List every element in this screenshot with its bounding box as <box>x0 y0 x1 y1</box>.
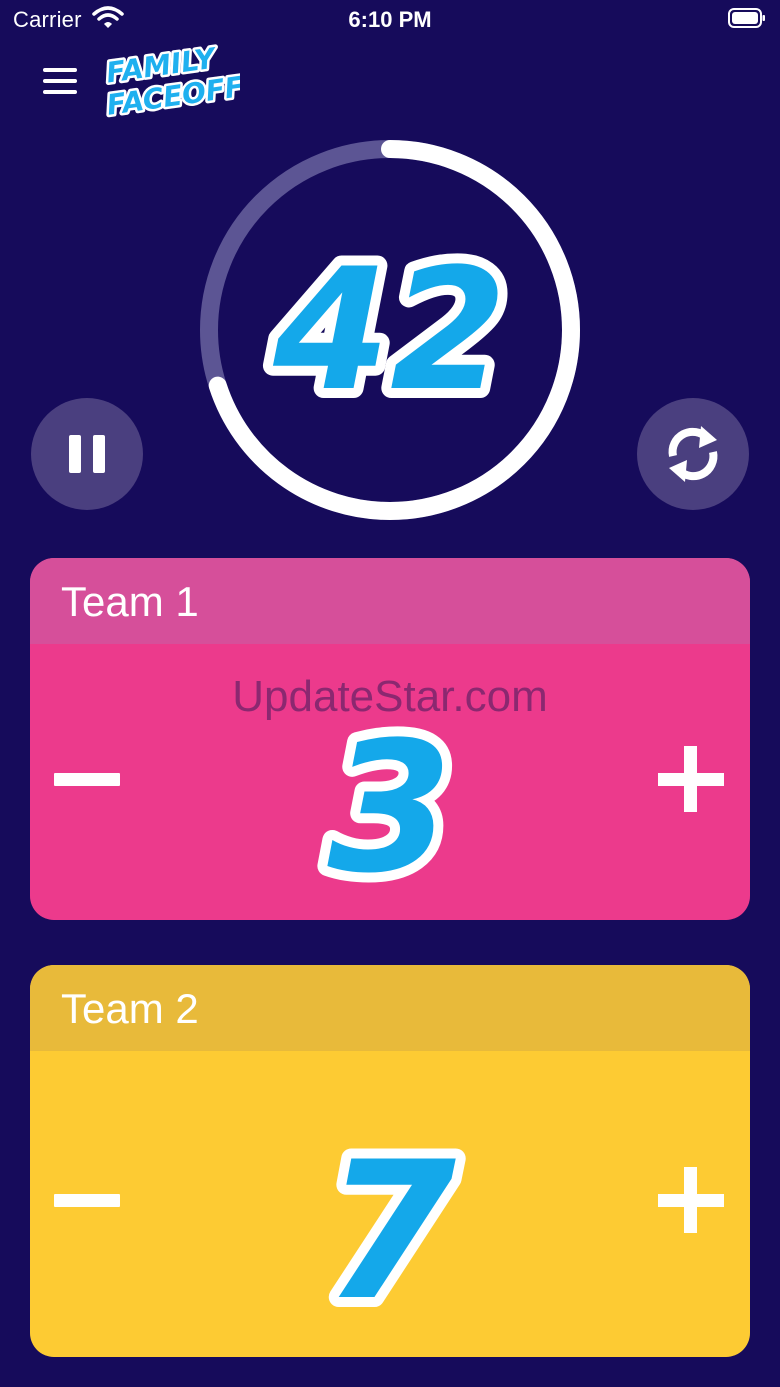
status-bar: Carrier 6:10 PM <box>0 0 780 40</box>
team-header: Team 1 <box>30 558 750 644</box>
family-faceoff-logo: FAMILY FACEOFF <box>102 40 240 120</box>
pause-icon <box>69 435 105 473</box>
team-score: 7 <box>240 1125 540 1315</box>
refresh-icon <box>668 426 718 482</box>
team-header: Team 2 <box>30 965 750 1051</box>
timer-value: 42 <box>200 140 580 520</box>
timer-digits: 42 <box>272 232 507 428</box>
team-name: Team 1 <box>61 578 199 625</box>
menu-button[interactable] <box>40 66 80 96</box>
team-1-minus-button[interactable] <box>54 746 120 812</box>
team-1-plus-button[interactable] <box>658 746 724 812</box>
team-card-1: Team 1 3 <box>30 558 750 920</box>
minus-icon <box>54 1194 120 1207</box>
team-2-plus-button[interactable] <box>658 1167 724 1233</box>
reset-button[interactable] <box>637 398 749 510</box>
team-2-minus-button[interactable] <box>54 1167 120 1233</box>
minus-icon <box>54 773 120 786</box>
team-2-score: 7 <box>324 1125 456 1315</box>
team-card-2: Team 2 7 <box>30 965 750 1357</box>
team-name: Team 2 <box>61 985 199 1032</box>
status-time: 6:10 PM <box>348 7 432 32</box>
pause-button[interactable] <box>31 398 143 510</box>
hamburger-menu-icon <box>43 68 77 72</box>
team-1-score: 3 <box>327 708 452 888</box>
timer: 42 <box>200 140 580 520</box>
battery-icon <box>728 8 765 28</box>
team-score: 3 <box>240 708 540 888</box>
